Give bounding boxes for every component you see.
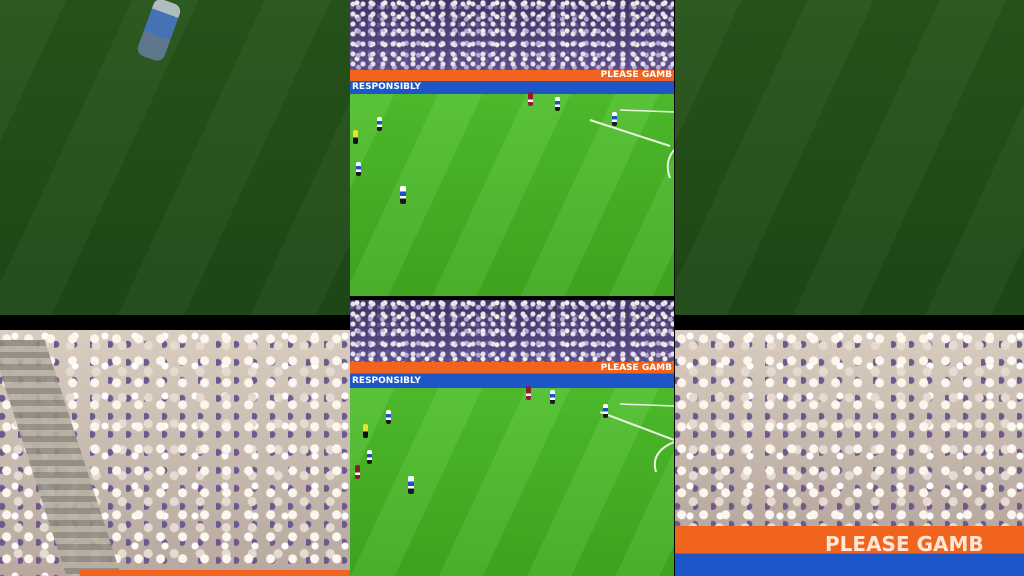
zoomed-pitch (675, 0, 1024, 315)
player-home (386, 410, 391, 424)
referee (363, 424, 368, 438)
right-bottom-panel: PLEASE GAMB (675, 330, 1024, 576)
left-bottom-panel (0, 330, 350, 576)
player-home (603, 404, 608, 418)
player-away (355, 465, 360, 479)
left-top-panel (0, 0, 350, 315)
board-text: PLEASE GAMB (825, 532, 984, 556)
center-bottom-panel: RESPONSIBLY PLEASE GAMB (350, 300, 674, 576)
player-away (528, 92, 533, 106)
advertising-board: PLEASE GAMB (675, 526, 1024, 576)
board-edge (80, 570, 350, 576)
pitch-markings (599, 403, 674, 473)
zoomed-pitch (0, 0, 350, 315)
center-top-panel: RESPONSIBLY PLEASE GAMB (350, 0, 674, 296)
crowd-stand-zoomed (675, 330, 1024, 530)
player-home (400, 186, 406, 204)
player-home (377, 117, 382, 131)
player-home (612, 112, 617, 126)
player-home (408, 476, 414, 494)
player-home (356, 162, 361, 176)
player-home (367, 450, 372, 464)
player-away (526, 386, 531, 400)
pitch-markings (589, 109, 674, 179)
referee (353, 130, 358, 144)
right-top-panel (675, 0, 1024, 315)
player-home (555, 97, 560, 111)
player-home (550, 390, 555, 404)
